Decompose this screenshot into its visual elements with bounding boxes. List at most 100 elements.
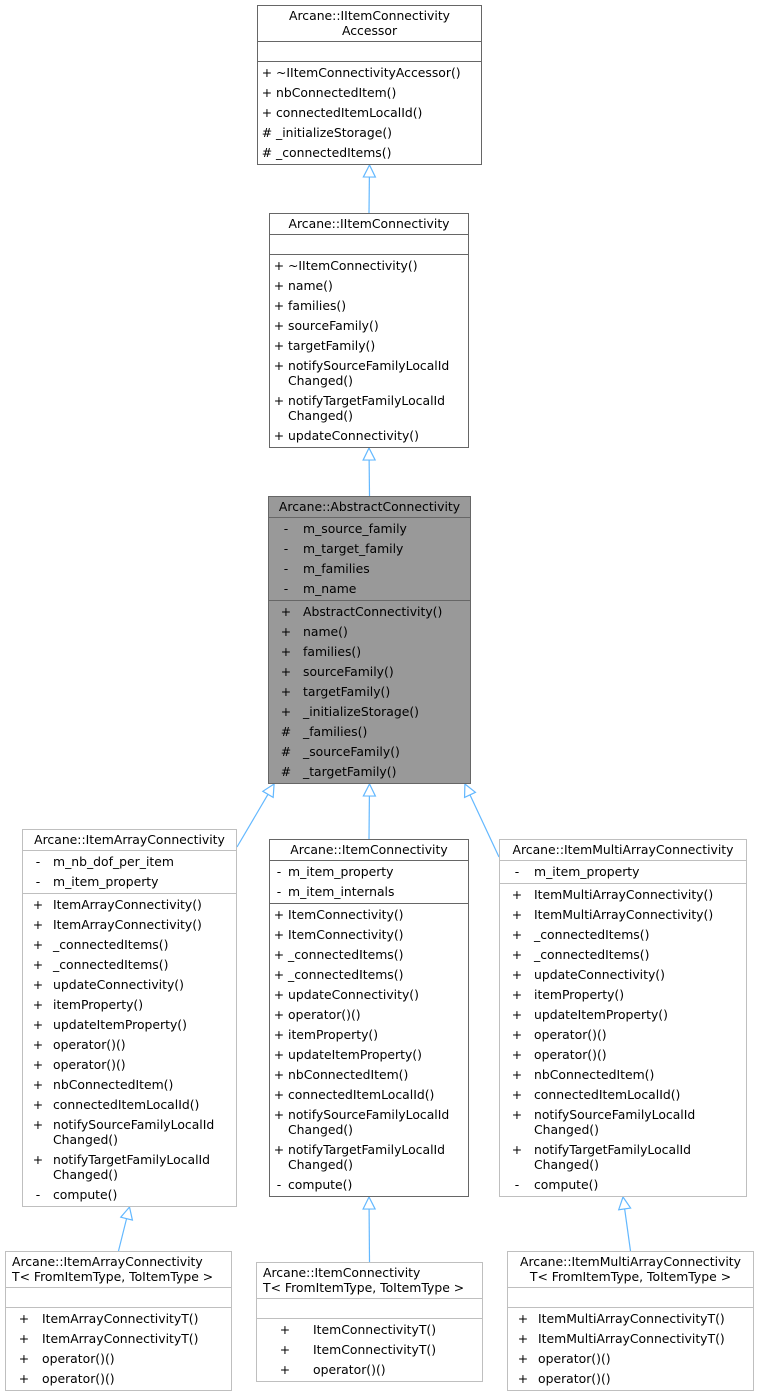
method-row[interactable]: - compute(): [23, 1185, 236, 1205]
method-name[interactable]: operator()(): [313, 1362, 482, 1377]
method-name[interactable]: _initializeStorage(): [276, 125, 481, 140]
method-name[interactable]: _connectedItems(): [534, 947, 746, 962]
method-row[interactable]: + updateConnectivity(): [270, 985, 468, 1005]
method-row[interactable]: + ItemConnectivity(): [270, 925, 468, 945]
method-row[interactable]: + connectedItemLocalId(): [500, 1085, 746, 1105]
method-row[interactable]: + ItemArrayConnectivity(): [23, 915, 236, 935]
class-box-itemconnectivityt[interactable]: Arcane::ItemConnectivity T< FromItemType…: [256, 1262, 483, 1382]
method-name[interactable]: targetFamily(): [288, 338, 468, 353]
method-row[interactable]: # _targetFamily(): [269, 762, 470, 782]
method-row[interactable]: + ItemConnectivity(): [270, 905, 468, 925]
class-box-itemarrayconnectivityt[interactable]: Arcane::ItemArrayConnectivity T< FromIte…: [5, 1251, 232, 1391]
method-row[interactable]: + updateConnectivity(): [270, 426, 468, 446]
method-name[interactable]: ItemArrayConnectivityT(): [42, 1331, 231, 1346]
method-name[interactable]: operator()(): [288, 1007, 468, 1022]
method-row[interactable]: + connectedItemLocalId(): [23, 1095, 236, 1115]
class-name[interactable]: Arcane::ItemMultiArrayConnectivity T< Fr…: [508, 1252, 753, 1287]
class-box-abstractconnectivity[interactable]: Arcane::AbstractConnectivity - m_source_fa…: [268, 496, 471, 784]
method-name[interactable]: updateItemProperty(): [288, 1047, 468, 1062]
attribute-row[interactable]: - m_item_property: [270, 862, 468, 882]
method-name[interactable]: notifyTargetFamilyLocalId Changed(): [288, 1142, 468, 1172]
method-row[interactable]: + sourceFamily(): [269, 662, 470, 682]
method-row[interactable]: + operator()(): [508, 1369, 753, 1389]
class-name[interactable]: Arcane::ItemConnectivity: [270, 840, 468, 860]
method-row[interactable]: + ItemConnectivityT(): [257, 1340, 482, 1360]
method-row[interactable]: + ItemArrayConnectivityT(): [6, 1309, 231, 1329]
method-row[interactable]: + notifyTargetFamilyLocalId Changed(): [23, 1150, 236, 1185]
method-row[interactable]: + ItemConnectivityT(): [257, 1320, 482, 1340]
method-row[interactable]: + AbstractConnectivity(): [269, 602, 470, 622]
method-name[interactable]: updateConnectivity(): [288, 428, 468, 443]
method-row[interactable]: + operator()(): [23, 1055, 236, 1075]
method-row[interactable]: - compute(): [270, 1175, 468, 1195]
class-name[interactable]: Arcane::ItemConnectivity T< FromItemType…: [257, 1263, 482, 1298]
method-name[interactable]: connectedItemLocalId(): [276, 105, 481, 120]
method-row[interactable]: + notifyTargetFamilyLocalId Changed(): [270, 1140, 468, 1175]
method-row[interactable]: + ItemArrayConnectivity(): [23, 895, 236, 915]
method-row[interactable]: + updateConnectivity(): [23, 975, 236, 995]
attribute-name[interactable]: m_item_property: [53, 874, 236, 889]
method-name[interactable]: operator()(): [42, 1371, 231, 1386]
method-name[interactable]: _connectedItems(): [288, 947, 468, 962]
method-name[interactable]: _sourceFamily(): [303, 744, 470, 759]
method-name[interactable]: _families(): [303, 724, 470, 739]
method-name[interactable]: operator()(): [538, 1351, 753, 1366]
method-name[interactable]: name(): [303, 624, 470, 639]
class-name[interactable]: Arcane::ItemArrayConnectivity: [23, 830, 236, 850]
method-row[interactable]: + itemProperty(): [500, 985, 746, 1005]
method-name[interactable]: operator()(): [53, 1057, 236, 1072]
method-name[interactable]: operator()(): [534, 1027, 746, 1042]
method-row[interactable]: + notifySourceFamilyLocalId Changed(): [23, 1115, 236, 1150]
method-name[interactable]: _targetFamily(): [303, 764, 470, 779]
method-name[interactable]: itemProperty(): [288, 1027, 468, 1042]
method-name[interactable]: ItemConnectivity(): [288, 927, 468, 942]
method-row[interactable]: + name(): [269, 622, 470, 642]
method-name[interactable]: ItemArrayConnectivity(): [53, 917, 236, 932]
method-row[interactable]: - compute(): [500, 1175, 746, 1195]
method-row[interactable]: + _connectedItems(): [23, 935, 236, 955]
method-row[interactable]: + operator()(): [500, 1025, 746, 1045]
method-name[interactable]: ItemArrayConnectivity(): [53, 897, 236, 912]
attribute-row[interactable]: - m_name: [269, 579, 470, 599]
method-name[interactable]: updateItemProperty(): [53, 1017, 236, 1032]
method-row[interactable]: + updateItemProperty(): [270, 1045, 468, 1065]
method-name[interactable]: _initializeStorage(): [303, 704, 470, 719]
attribute-name[interactable]: m_nb_dof_per_item: [53, 854, 236, 869]
method-name[interactable]: nbConnectedItem(): [534, 1067, 746, 1082]
method-name[interactable]: ItemConnectivity(): [288, 907, 468, 922]
method-row[interactable]: + targetFamily(): [269, 682, 470, 702]
method-name[interactable]: ItemConnectivityT(): [313, 1322, 482, 1337]
attribute-name[interactable]: m_source_family: [303, 521, 470, 536]
method-name[interactable]: ItemMultiArrayConnectivityT(): [538, 1331, 753, 1346]
method-name[interactable]: nbConnectedItem(): [276, 85, 481, 100]
method-row[interactable]: + notifySourceFamilyLocalId Changed(): [270, 1105, 468, 1140]
method-name[interactable]: ItemConnectivityT(): [313, 1342, 482, 1357]
method-name[interactable]: families(): [303, 644, 470, 659]
method-name[interactable]: operator()(): [53, 1037, 236, 1052]
method-row[interactable]: + _connectedItems(): [270, 945, 468, 965]
method-name[interactable]: ItemMultiArrayConnectivity(): [534, 887, 746, 902]
method-row[interactable]: + ~IItemConnectivityAccessor(): [258, 63, 481, 83]
attribute-row[interactable]: - m_item_property: [23, 872, 236, 892]
method-row[interactable]: + connectedItemLocalId(): [258, 103, 481, 123]
method-row[interactable]: + _connectedItems(): [500, 945, 746, 965]
method-name[interactable]: ItemMultiArrayConnectivityT(): [538, 1311, 753, 1326]
method-row[interactable]: + operator()(): [500, 1045, 746, 1065]
method-row[interactable]: + targetFamily(): [270, 336, 468, 356]
method-name[interactable]: _connectedItems(): [53, 957, 236, 972]
method-name[interactable]: sourceFamily(): [288, 318, 468, 333]
method-name[interactable]: compute(): [288, 1177, 468, 1192]
method-name[interactable]: updateConnectivity(): [534, 967, 746, 982]
method-name[interactable]: notifySourceFamilyLocalId Changed(): [288, 358, 468, 388]
method-name[interactable]: sourceFamily(): [303, 664, 470, 679]
method-row[interactable]: + updateConnectivity(): [500, 965, 746, 985]
attribute-name[interactable]: m_name: [303, 581, 470, 596]
method-name[interactable]: notifyTargetFamilyLocalId Changed(): [53, 1152, 236, 1182]
method-row[interactable]: + _connectedItems(): [23, 955, 236, 975]
method-name[interactable]: operator()(): [534, 1047, 746, 1062]
method-name[interactable]: name(): [288, 278, 468, 293]
class-box-itemmultiarrayconnectivityt[interactable]: Arcane::ItemMultiArrayConnectivity T< Fr…: [507, 1251, 754, 1391]
attribute-row[interactable]: - m_families: [269, 559, 470, 579]
method-row[interactable]: + operator()(): [6, 1369, 231, 1389]
method-name[interactable]: ~IItemConnectivity(): [288, 258, 468, 273]
